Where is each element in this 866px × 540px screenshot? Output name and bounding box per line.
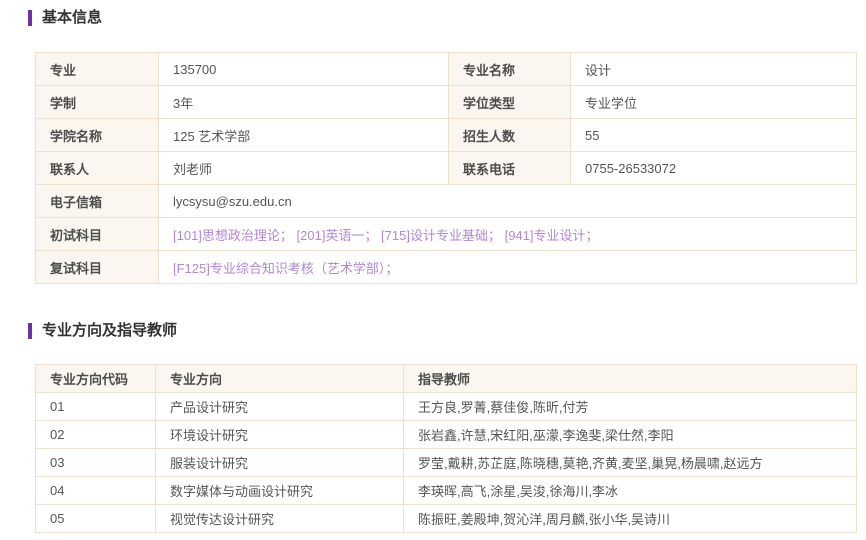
section-accent-bar [28, 10, 32, 26]
info-row: 学院名称125 艺术学部招生人数55 [36, 119, 857, 152]
direction-code-cell: 03 [36, 449, 156, 477]
info-value-cell: 125 艺术学部 [159, 119, 449, 152]
section-accent-bar [28, 323, 32, 339]
info-value-cell: 0755-26533072 [571, 152, 857, 185]
info-row: 学制3年学位类型专业学位 [36, 86, 857, 119]
info-label-cell: 电子信箱 [36, 185, 159, 218]
exam-subjects-link-text[interactable]: [101]思想政治理论； [201]英语一； [715]设计专业基础； [941… [159, 218, 857, 251]
info-value-cell: 设计 [571, 53, 857, 86]
info-label-cell: 学位类型 [449, 86, 571, 119]
direction-name-cell: 视觉传达设计研究 [156, 505, 404, 533]
direction-code-cell: 01 [36, 393, 156, 421]
direction-name-cell: 产品设计研究 [156, 393, 404, 421]
directions-header-cell: 专业方向 [156, 365, 404, 393]
info-row: 联系人刘老师联系电话0755-26533072 [36, 152, 857, 185]
directions-header-row: 专业方向代码专业方向指导教师 [36, 365, 857, 393]
exam-subjects-link-text[interactable]: [F125]专业综合知识考核（艺术学部）； [159, 251, 857, 284]
direction-teachers-cell: 张岩鑫,许慧,宋红阳,巫濛,李逸斐,梁仕然,李阳 [404, 421, 857, 449]
info-row: 电子信箱lycsysu@szu.edu.cn [36, 185, 857, 218]
direction-name-cell: 数字媒体与动画设计研究 [156, 477, 404, 505]
direction-row: 03服装设计研究罗莹,戴耕,苏芷庭,陈晓穗,莫艳,齐黄,麦坚,巢晃,杨晨啸,赵远… [36, 449, 857, 477]
info-label-cell: 复试科目 [36, 251, 159, 284]
direction-row: 01产品设计研究王方良,罗菁,蔡佳俊,陈昕,付芳 [36, 393, 857, 421]
info-label-cell: 学院名称 [36, 119, 159, 152]
section-title-directions: 专业方向及指导教师 [28, 322, 856, 340]
direction-name-cell: 服装设计研究 [156, 449, 404, 477]
info-value-cell: 专业学位 [571, 86, 857, 119]
section-title-basic-info: 基本信息 [28, 9, 856, 27]
info-label-cell: 初试科目 [36, 218, 159, 251]
info-row: 专业135700专业名称设计 [36, 53, 857, 86]
direction-code-cell: 04 [36, 477, 156, 505]
page: 基本信息 专业135700专业名称设计学制3年学位类型专业学位学院名称125 艺… [0, 0, 866, 533]
direction-teachers-cell: 罗莹,戴耕,苏芷庭,陈晓穗,莫艳,齐黄,麦坚,巢晃,杨晨啸,赵远方 [404, 449, 857, 477]
info-value-cell: 刘老师 [159, 152, 449, 185]
direction-code-cell: 05 [36, 505, 156, 533]
directions-table: 专业方向代码专业方向指导教师 01产品设计研究王方良,罗菁,蔡佳俊,陈昕,付芳0… [35, 364, 857, 533]
info-row: 复试科目[F125]专业综合知识考核（艺术学部）； [36, 251, 857, 284]
direction-code-cell: 02 [36, 421, 156, 449]
direction-teachers-cell: 陈振旺,姜殿坤,贺沁洋,周月麟,张小华,吴诗川 [404, 505, 857, 533]
direction-teachers-cell: 王方良,罗菁,蔡佳俊,陈昕,付芳 [404, 393, 857, 421]
info-label-cell: 联系电话 [449, 152, 571, 185]
info-label-cell: 学制 [36, 86, 159, 119]
direction-teachers-cell: 李瑛晖,高飞,涂星,吴浚,徐海川,李冰 [404, 477, 857, 505]
basic-info-body: 专业135700专业名称设计学制3年学位类型专业学位学院名称125 艺术学部招生… [36, 53, 857, 284]
info-value-cell: 135700 [159, 53, 449, 86]
direction-row: 05视觉传达设计研究陈振旺,姜殿坤,贺沁洋,周月麟,张小华,吴诗川 [36, 505, 857, 533]
info-label-cell: 专业名称 [449, 53, 571, 86]
directions-header-cell: 指导教师 [404, 365, 857, 393]
direction-name-cell: 环境设计研究 [156, 421, 404, 449]
info-value-cell: 55 [571, 119, 857, 152]
direction-row: 04数字媒体与动画设计研究李瑛晖,高飞,涂星,吴浚,徐海川,李冰 [36, 477, 857, 505]
directions-body: 01产品设计研究王方良,罗菁,蔡佳俊,陈昕,付芳02环境设计研究张岩鑫,许慧,宋… [36, 393, 857, 533]
info-label-cell: 联系人 [36, 152, 159, 185]
info-value-cell: 3年 [159, 86, 449, 119]
info-label-cell: 专业 [36, 53, 159, 86]
info-row: 初试科目[101]思想政治理论； [201]英语一； [715]设计专业基础； … [36, 218, 857, 251]
section-title-text: 专业方向及指导教师 [42, 322, 177, 340]
direction-row: 02环境设计研究张岩鑫,许慧,宋红阳,巫濛,李逸斐,梁仕然,李阳 [36, 421, 857, 449]
directions-header-cell: 专业方向代码 [36, 365, 156, 393]
info-value-cell: lycsysu@szu.edu.cn [159, 185, 857, 218]
info-label-cell: 招生人数 [449, 119, 571, 152]
section-title-text: 基本信息 [42, 9, 102, 27]
basic-info-table: 专业135700专业名称设计学制3年学位类型专业学位学院名称125 艺术学部招生… [35, 52, 857, 284]
